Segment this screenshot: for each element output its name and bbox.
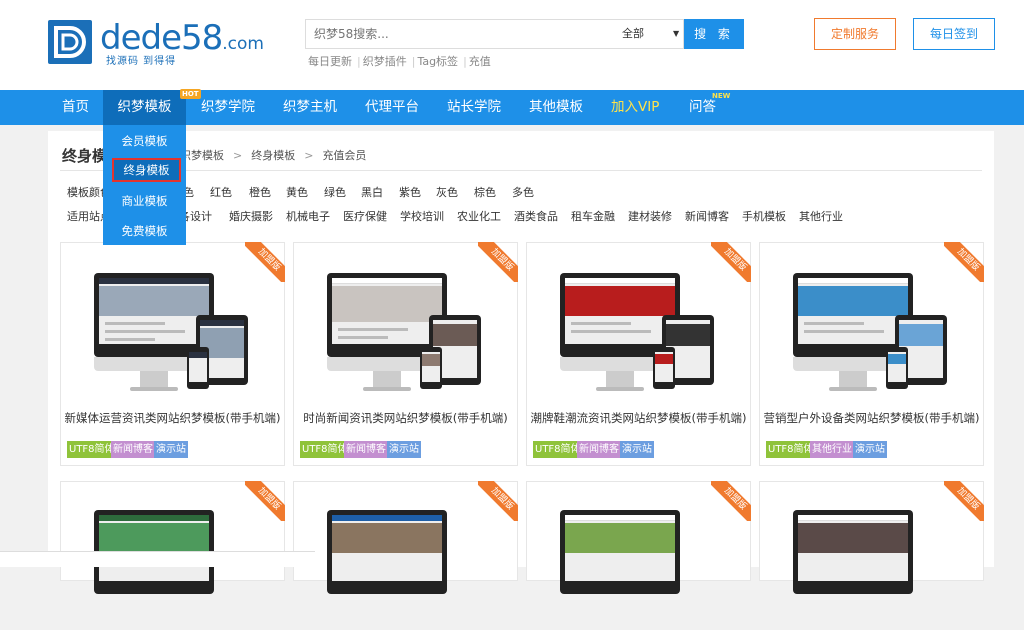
search-box: 全部 ▼ — [305, 19, 684, 49]
tag-demo[interactable]: 演示站 — [154, 441, 188, 458]
color-option[interactable]: 灰色 — [436, 184, 458, 200]
nav-item-join-vip[interactable]: 加入VIP — [611, 90, 659, 125]
template-card[interactable]: 加盟版 新媒体运营资讯类网站织梦模板(带手机端) UTF8简体 新闻博客 演示站 — [60, 242, 285, 466]
template-card[interactable]: 加盟版 潮牌鞋潮流资讯类网站织梦模板(带手机端) UTF8简体 新闻博客 演示站 — [526, 242, 751, 466]
industry-option[interactable]: 学校培训 — [400, 208, 444, 224]
color-option[interactable]: 橙色 — [249, 184, 271, 200]
search-input[interactable] — [306, 20, 606, 48]
logo-mark-icon — [48, 20, 92, 64]
industry-option[interactable]: 农业化工 — [457, 208, 501, 224]
content-panel: 终身模 织梦模板 > 终身模板 > 充值会员 模板颜色 色 红色 橙色 黄色 绿色 黑白… — [48, 131, 994, 594]
hot-links: 每日更新 | 织梦插件 | Tag标签 | 充值 — [308, 55, 491, 68]
device-mockup-image — [560, 273, 720, 393]
card-title[interactable]: 营销型户外设备类网站织梦模板(带手机端) — [760, 410, 983, 426]
card-title[interactable]: 潮牌鞋潮流资讯类网站织梦模板(带手机端) — [527, 410, 750, 426]
device-mockup-image — [793, 510, 953, 630]
breadcrumb-item[interactable]: 终身模板 — [251, 149, 295, 162]
industry-option[interactable]: 婚庆摄影 — [229, 208, 273, 224]
nav-item-other-templates[interactable]: 其他模板 — [529, 90, 583, 125]
nav-item-dede-academy[interactable]: 织梦学院 — [201, 90, 255, 125]
color-option[interactable]: 黄色 — [286, 184, 308, 200]
dropdown-item-lifetime[interactable]: 终身模板 — [112, 158, 181, 182]
color-option[interactable]: 绿色 — [324, 184, 346, 200]
tag-category[interactable]: 新闻博客 — [344, 441, 388, 458]
breadcrumb: 织梦模板 > 终身模板 > 充值会员 — [180, 149, 367, 162]
chevron-down-icon[interactable]: ▼ — [673, 20, 679, 48]
hot-link-tags[interactable]: Tag标签 — [417, 55, 458, 68]
industry-option[interactable]: 酒类食品 — [514, 208, 558, 224]
color-option[interactable]: 棕色 — [474, 184, 496, 200]
custom-service-button[interactable]: 定制服务 — [814, 18, 896, 50]
status-bar — [0, 551, 315, 567]
card-title[interactable]: 新媒体运营资讯类网站织梦模板(带手机端) — [61, 410, 284, 426]
tag-encoding[interactable]: UTF8简体 — [67, 441, 117, 458]
search-scope-select[interactable]: 全部 — [622, 20, 644, 48]
template-card[interactable]: 加盟版 营销型户外设备类网站织梦模板(带手机端) UTF8简体 其他行业 演示站 — [759, 242, 984, 466]
color-option[interactable]: 多色 — [512, 184, 534, 200]
device-mockup-image — [560, 510, 720, 630]
device-mockup-image — [793, 273, 953, 393]
industry-option[interactable]: 手机模板 — [742, 208, 786, 224]
hot-link-plugins[interactable]: 织梦插件 — [363, 55, 407, 68]
nav-item-agent-platform[interactable]: 代理平台 — [365, 90, 419, 125]
nav-item-webmaster-academy[interactable]: 站长学院 — [447, 90, 501, 125]
tag-category[interactable]: 新闻博客 — [577, 441, 621, 458]
divider — [60, 170, 982, 171]
templates-dropdown: 会员模板 终身模板 商业模板 免费模板 — [103, 125, 186, 245]
nav-item-dede-templates[interactable]: 织梦模板 — [103, 90, 186, 125]
template-card[interactable]: 加盟版 时尚新闻资讯类网站织梦模板(带手机端) UTF8简体 新闻博客 演示站 — [293, 242, 518, 466]
daily-signin-button[interactable]: 每日签到 — [913, 18, 995, 50]
search-button[interactable]: 搜 索 — [684, 19, 744, 49]
industry-option[interactable]: 机械电子 — [286, 208, 330, 224]
hot-badge: HOT — [180, 89, 201, 99]
industry-option[interactable]: 医疗保健 — [343, 208, 387, 224]
template-card[interactable]: 加盟版 — [526, 481, 751, 594]
tag-encoding[interactable]: UTF8简体 — [766, 441, 816, 458]
breadcrumb-item[interactable]: 充值会员 — [322, 149, 366, 162]
hot-link-recharge[interactable]: 充值 — [469, 55, 491, 68]
device-mockup-image — [327, 510, 487, 630]
new-badge: NEW — [712, 92, 731, 100]
main-nav: 首页 织梦模板 HOT 织梦学院 织梦主机 代理平台 站长学院 其他模板 加入V… — [0, 89, 1024, 125]
tag-category[interactable]: 其他行业 — [810, 441, 854, 458]
logo-slogan: 找源码 到得得 — [106, 56, 177, 67]
dropdown-item-free[interactable]: 免费模板 — [103, 219, 186, 243]
industry-option[interactable]: 其他行业 — [799, 208, 843, 224]
template-card[interactable]: 加盟版 — [293, 481, 518, 594]
page-title: 终身模 — [62, 147, 108, 165]
site-header: dede58.com 找源码 到得得 全部 ▼ 搜 索 每日更新|织梦插件|Ta… — [0, 0, 1024, 90]
industry-option[interactable]: 新闻博客 — [685, 208, 729, 224]
tag-encoding[interactable]: UTF8简体 — [300, 441, 350, 458]
color-option[interactable]: 红色 — [210, 184, 232, 200]
template-card[interactable]: 加盟版 — [759, 481, 984, 594]
color-option[interactable]: 黑白 — [361, 184, 383, 200]
tag-demo[interactable]: 演示站 — [620, 441, 654, 458]
tag-encoding[interactable]: UTF8简体 — [533, 441, 583, 458]
tag-demo[interactable]: 演示站 — [387, 441, 421, 458]
nav-item-home[interactable]: 首页 — [62, 90, 89, 125]
industry-option[interactable]: 租车金融 — [571, 208, 615, 224]
tag-demo[interactable]: 演示站 — [853, 441, 887, 458]
tag-category[interactable]: 新闻博客 — [111, 441, 155, 458]
hot-link-daily-update[interactable]: 每日更新 — [308, 55, 352, 68]
nav-item-dede-hosting[interactable]: 织梦主机 — [283, 90, 337, 125]
site-logo[interactable]: dede58.com 找源码 到得得 — [48, 18, 278, 68]
card-title[interactable]: 时尚新闻资讯类网站织梦模板(带手机端) — [294, 410, 517, 426]
device-mockup-image — [94, 273, 254, 393]
color-option[interactable]: 紫色 — [399, 184, 421, 200]
dropdown-item-member[interactable]: 会员模板 — [103, 129, 186, 153]
breadcrumb-item[interactable]: 织梦模板 — [180, 149, 224, 162]
device-mockup-image — [94, 510, 254, 630]
device-mockup-image — [327, 273, 487, 393]
industry-option[interactable]: 建材装修 — [628, 208, 672, 224]
dropdown-item-commercial[interactable]: 商业模板 — [103, 189, 186, 213]
